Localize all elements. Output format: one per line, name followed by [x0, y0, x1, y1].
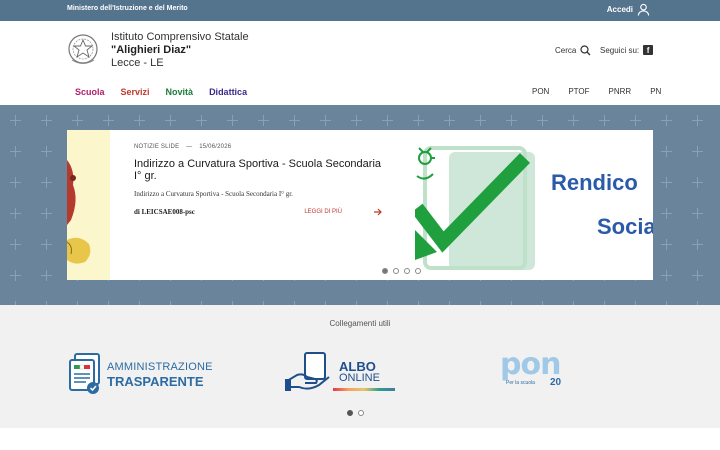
links-dot-1[interactable] — [347, 410, 353, 416]
school-name-line1: Istituto Comprensivo Statale — [111, 31, 249, 43]
previous-slide-image[interactable] — [67, 130, 110, 280]
nav-servizi[interactable]: Servizi — [121, 87, 150, 97]
links-pagination — [347, 410, 364, 416]
slider-dot-1[interactable] — [382, 268, 388, 274]
school-location: Lecce - LE — [111, 57, 164, 69]
amministrazione-line2: TRASPARENTE — [107, 374, 204, 389]
login-label: Accedi — [606, 5, 633, 14]
slide-title[interactable]: Indirizzo a Curvatura Sportiva - Scuola … — [134, 158, 384, 182]
secondary-nav: PON PTOF PNRR PN — [532, 87, 661, 96]
albo-online-banner[interactable]: ALBO ONLINE — [285, 351, 397, 395]
next-slide-title-line2: Socia — [597, 214, 653, 239]
next-slide-image[interactable]: Rendico Socia — [415, 130, 653, 280]
documents-icon — [69, 353, 100, 394]
read-more-link[interactable]: LEGGI DI PIÙ — [304, 208, 382, 216]
nav-didattica[interactable]: Didattica — [209, 87, 247, 97]
nav-novita[interactable]: Novità — [166, 87, 194, 97]
slider-pagination — [382, 268, 421, 274]
top-bar: Ministero dell'Istruzione e del Merito A… — [0, 0, 720, 21]
links-dot-2[interactable] — [358, 410, 364, 416]
slide-description: Indirizzo a Curvatura Sportiva - Scuola … — [134, 190, 293, 198]
search-button[interactable]: Cerca — [555, 45, 591, 56]
nav-pon[interactable]: PON — [532, 87, 549, 96]
checkmark-illustration — [415, 146, 535, 270]
site-header: Istituto Comprensivo Statale "Alighieri … — [0, 21, 720, 105]
user-icon — [637, 3, 650, 16]
slide-category[interactable]: NOTIZIE SLIDE — [134, 144, 179, 150]
slide-meta-separator: — — [186, 144, 193, 150]
slider-dot-4[interactable] — [415, 268, 421, 274]
amministrazione-trasparente-banner[interactable]: AMMINISTRAZIONE TRASPARENTE — [67, 352, 217, 396]
slider-dot-2[interactable] — [393, 268, 399, 274]
arrow-right-icon — [374, 208, 382, 216]
facebook-icon[interactable]: f — [643, 45, 654, 55]
social-label: Seguici su: — [600, 45, 640, 55]
useful-links-section: Collegamenti utili AMMINISTRAZIONE TRASP… — [0, 305, 720, 428]
hero-section: NOTIZIE SLIDE — 15/06/2026 Indirizzo a C… — [0, 105, 720, 305]
pon-years: 20 — [550, 377, 562, 388]
previous-slide-illustration — [67, 160, 91, 264]
hand-document-icon — [285, 352, 330, 391]
school-name-line2: "Alighieri Diaz" — [111, 44, 192, 56]
nav-pnrr[interactable]: PNRR — [609, 87, 632, 96]
slide-card: NOTIZIE SLIDE — 15/06/2026 Indirizzo a C… — [134, 144, 384, 216]
albo-color-bar — [333, 388, 395, 391]
main-nav: Scuola Servizi Novità Didattica — [75, 87, 247, 97]
login-button[interactable]: Accedi — [607, 3, 650, 16]
school-name[interactable]: Istituto Comprensivo Statale "Alighieri … — [111, 31, 249, 70]
republic-emblem-icon[interactable] — [67, 32, 99, 68]
ministry-link[interactable]: Ministero dell'Istruzione e del Merito — [67, 5, 188, 12]
nav-pn[interactable]: PN — [650, 87, 661, 96]
search-label: Cerca — [555, 46, 577, 55]
slide-meta: NOTIZIE SLIDE — 15/06/2026 — [134, 144, 384, 150]
useful-links-title: Collegamenti utili — [329, 319, 391, 328]
slide-date: 15/06/2026 — [199, 144, 232, 150]
pon-banner[interactable]: pon Per la scuola 20 — [498, 347, 582, 397]
slider-dot-3[interactable] — [404, 268, 410, 274]
nav-ptof[interactable]: PTOF — [568, 87, 589, 96]
amministrazione-line1: AMMINISTRAZIONE — [107, 361, 213, 373]
pon-subtitle: Per la scuola — [506, 380, 535, 386]
albo-line2: ONLINE — [339, 372, 380, 384]
search-icon — [580, 45, 591, 56]
read-more-label: LEGGI DI PIÙ — [304, 209, 342, 215]
news-slider[interactable]: NOTIZIE SLIDE — 15/06/2026 Indirizzo a C… — [67, 130, 653, 280]
next-slide-title-line1: Rendico — [551, 170, 638, 195]
social-links: Seguici su: f — [600, 45, 654, 55]
slide-footer: di LEICSAE008-psc LEGGI DI PIÙ — [134, 208, 382, 216]
slide-author: di LEICSAE008-psc — [134, 208, 195, 216]
nav-scuola[interactable]: Scuola — [75, 87, 105, 97]
